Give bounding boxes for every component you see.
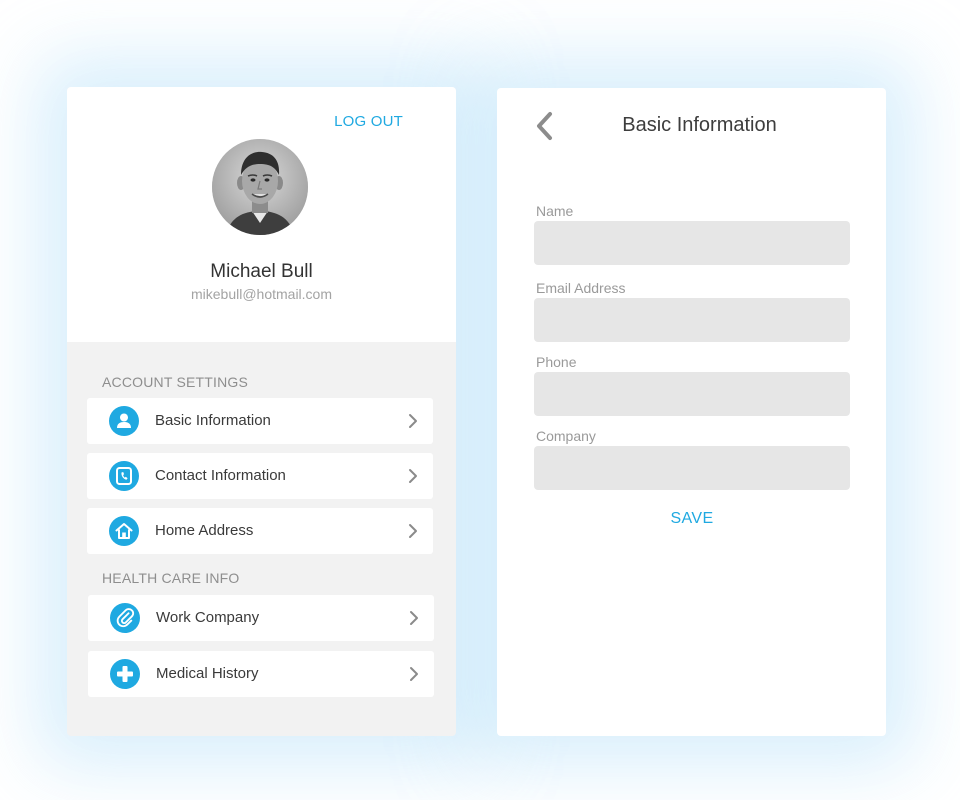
profile-header: LOG OUT Michael Bull mikebull@hotmail.co… — [67, 87, 456, 342]
chevron-right-icon — [410, 667, 418, 681]
chevron-right-icon — [409, 524, 417, 538]
chevron-right-icon — [409, 469, 417, 483]
user-icon — [109, 406, 139, 436]
page-title: Basic Information — [622, 114, 777, 136]
chevron-right-icon — [409, 414, 417, 428]
paperclip-icon — [110, 603, 140, 633]
health-care-heading: HEALTH CARE INFO — [102, 570, 240, 586]
profile-panel: LOG OUT Michael Bull mikebull@hotmail.co… — [67, 87, 456, 736]
email-field[interactable] — [534, 298, 850, 342]
chevron-right-icon — [410, 611, 418, 625]
menu-item-label: Home Address — [155, 522, 254, 539]
name-field[interactable] — [534, 221, 850, 265]
profile-email: mikebull@hotmail.com — [190, 286, 333, 302]
app-screen: LOG OUT Michael Bull mikebull@hotmail.co… — [0, 0, 960, 800]
menu-item-label: Medical History — [156, 665, 259, 682]
plus-icon — [110, 659, 140, 689]
profile-name: Michael Bull — [210, 261, 313, 282]
logout-button[interactable]: LOG OUT — [334, 113, 403, 130]
basic-information-panel: Basic Information Name Email Address Pho… — [497, 88, 886, 736]
home-icon — [109, 516, 139, 546]
phone-icon — [109, 461, 139, 491]
menu-item-label: Work Company — [156, 609, 260, 626]
user-photo-icon — [212, 139, 308, 235]
account-settings-heading: ACCOUNT SETTINGS — [102, 374, 249, 390]
avatar — [212, 139, 308, 235]
menu-item-label: Contact Information — [155, 467, 286, 484]
phone-field-label: Phone — [536, 354, 577, 370]
menu-item-contact-information[interactable]: Contact Information — [87, 453, 433, 499]
menu-item-home-address[interactable]: Home Address — [87, 508, 433, 554]
menu-item-work-company[interactable]: Work Company — [88, 595, 434, 641]
email-field-label: Email Address — [536, 280, 626, 296]
menu-item-medical-history[interactable]: Medical History — [88, 651, 434, 697]
menu-item-label: Basic Information — [155, 412, 271, 429]
menu-item-basic-information[interactable]: Basic Information — [87, 398, 433, 444]
company-field-label: Company — [536, 428, 596, 444]
save-button[interactable]: SAVE — [534, 510, 850, 528]
company-field[interactable] — [534, 446, 850, 490]
phone-field[interactable] — [534, 372, 850, 416]
name-field-label: Name — [536, 203, 574, 219]
